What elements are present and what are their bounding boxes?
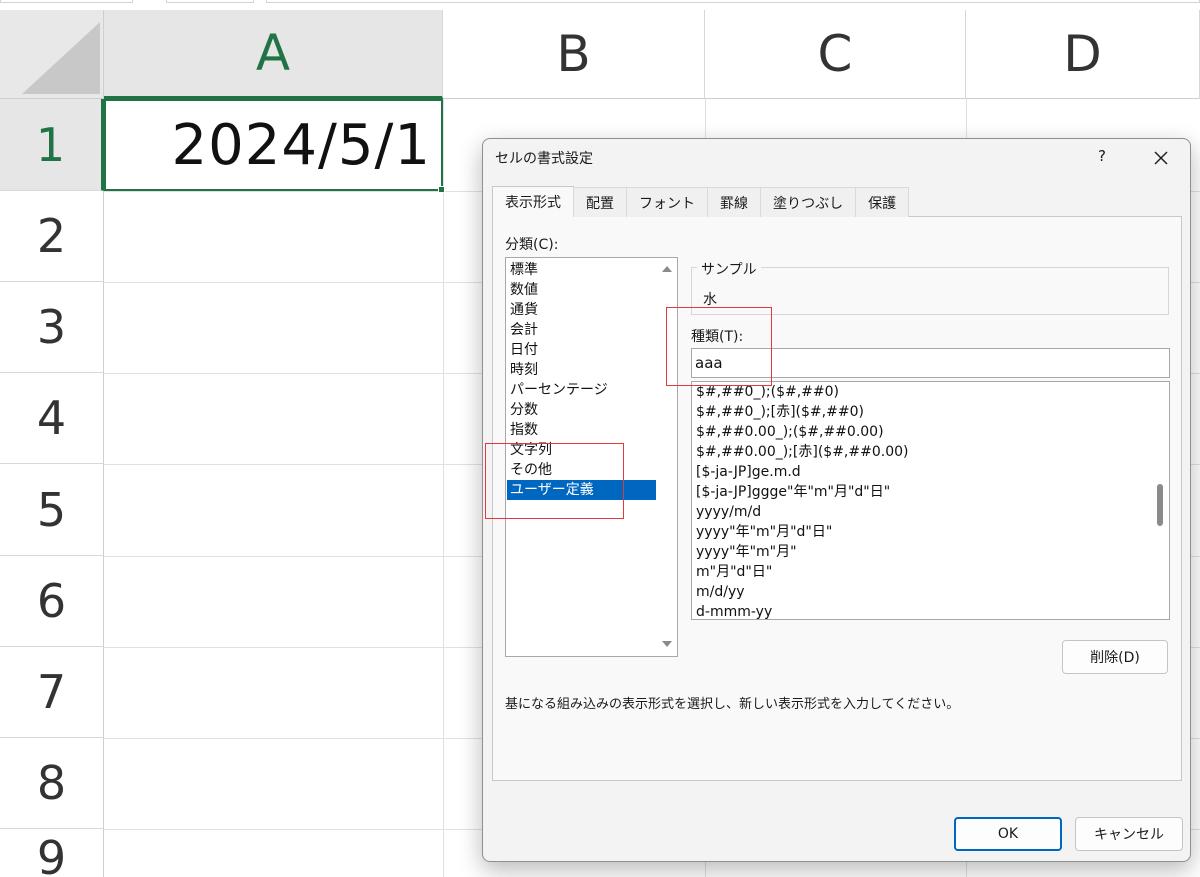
highlight-box-category — [485, 443, 624, 519]
format-item[interactable]: m/d/yy — [696, 582, 745, 602]
format-item[interactable]: $#,##0_);[赤]($#,##0) — [696, 402, 864, 422]
row-header-2[interactable]: 2 — [0, 191, 104, 282]
format-item[interactable]: yyyy/m/d — [696, 502, 761, 522]
category-item[interactable]: 時刻 — [507, 360, 656, 380]
tab-alignment[interactable]: 配置 — [573, 187, 627, 217]
format-scrollbar[interactable] — [1151, 382, 1169, 619]
format-item[interactable]: m"月"d"日" — [696, 562, 772, 582]
help-button[interactable]: ? — [1090, 147, 1114, 169]
format-list[interactable]: $#,##0_);($#,##0) $#,##0_);[赤]($#,##0) $… — [691, 381, 1170, 620]
sample-label: サンプル — [697, 259, 761, 279]
close-button[interactable] — [1147, 144, 1175, 172]
format-item[interactable]: [$-ja-JP]ge.m.d — [696, 462, 801, 482]
category-item[interactable]: 通貨 — [507, 300, 656, 320]
toolbar-segment — [166, 0, 254, 3]
row-header-7[interactable]: 7 — [0, 647, 104, 738]
category-item[interactable]: 分数 — [507, 400, 656, 420]
format-scroll-thumb[interactable] — [1157, 484, 1163, 526]
toolbar-segment — [266, 0, 1200, 3]
tab-protection[interactable]: 保護 — [855, 187, 910, 217]
row-header-3[interactable]: 3 — [0, 282, 104, 373]
delete-button[interactable]: 削除(D) — [1062, 640, 1168, 674]
category-item[interactable]: 数値 — [507, 280, 656, 300]
tab-border[interactable]: 罫線 — [707, 187, 761, 217]
column-header-a[interactable]: A — [104, 10, 443, 99]
column-header-b[interactable]: B — [443, 10, 705, 99]
category-item[interactable]: 日付 — [507, 340, 656, 360]
row-header-4[interactable]: 4 — [0, 373, 104, 464]
close-icon — [1154, 151, 1168, 165]
format-cells-dialog: セルの書式設定 ? 表示形式 配置 フォント 罫線 塗りつぶし 保護 分類(C)… — [482, 138, 1191, 862]
tab-font[interactable]: フォント — [626, 187, 708, 217]
cell-a1[interactable]: 2024/5/1 — [104, 99, 443, 191]
scroll-up-icon[interactable] — [662, 266, 672, 272]
toolbar-strip — [0, 0, 1200, 10]
cancel-button[interactable]: キャンセル — [1075, 817, 1183, 851]
format-item[interactable]: $#,##0.00_);($#,##0.00) — [696, 422, 884, 442]
toolbar-segment — [0, 0, 133, 3]
column-header-c[interactable]: C — [705, 10, 966, 99]
highlight-box-type — [666, 307, 772, 386]
format-item[interactable]: $#,##0.00_);[赤]($#,##0.00) — [696, 442, 908, 462]
ok-button[interactable]: OK — [954, 817, 1062, 851]
select-all-triangle-icon — [22, 22, 100, 94]
category-item[interactable]: 会計 — [507, 320, 656, 340]
category-item[interactable]: パーセンテージ — [507, 380, 656, 400]
select-all-corner[interactable] — [0, 10, 104, 99]
tab-number[interactable]: 表示形式 — [492, 186, 574, 217]
scroll-down-icon[interactable] — [662, 641, 672, 647]
description-text: 基になる組み込みの表示形式を選択し、新しい表示形式を入力してください。 — [505, 697, 960, 712]
row-header-8[interactable]: 8 — [0, 738, 104, 829]
column-header-d[interactable]: D — [966, 10, 1200, 99]
dialog-title: セルの書式設定 — [495, 151, 593, 167]
row-header-5[interactable]: 5 — [0, 464, 104, 556]
sample-value: 水 — [703, 292, 717, 308]
gridline — [443, 99, 444, 877]
tab-fill[interactable]: 塗りつぶし — [760, 187, 857, 217]
category-item[interactable]: 標準 — [507, 260, 656, 280]
format-item[interactable]: yyyy"年"m"月"d"日" — [696, 522, 832, 542]
row-header-1[interactable]: 1 — [0, 99, 104, 191]
category-label: 分類(C): — [505, 237, 559, 253]
format-item[interactable]: d-mmm-yy — [696, 602, 772, 619]
row-header-9[interactable]: 9 — [0, 829, 104, 877]
tab-bar: 表示形式 配置 フォント 罫線 塗りつぶし 保護 — [492, 186, 910, 217]
format-item[interactable]: [$-ja-JP]ggge"年"m"月"d"日" — [696, 482, 890, 502]
row-header-6[interactable]: 6 — [0, 556, 104, 647]
format-item[interactable]: yyyy"年"m"月" — [696, 542, 797, 562]
fill-handle[interactable] — [438, 186, 445, 193]
category-item[interactable]: 指数 — [507, 420, 656, 440]
